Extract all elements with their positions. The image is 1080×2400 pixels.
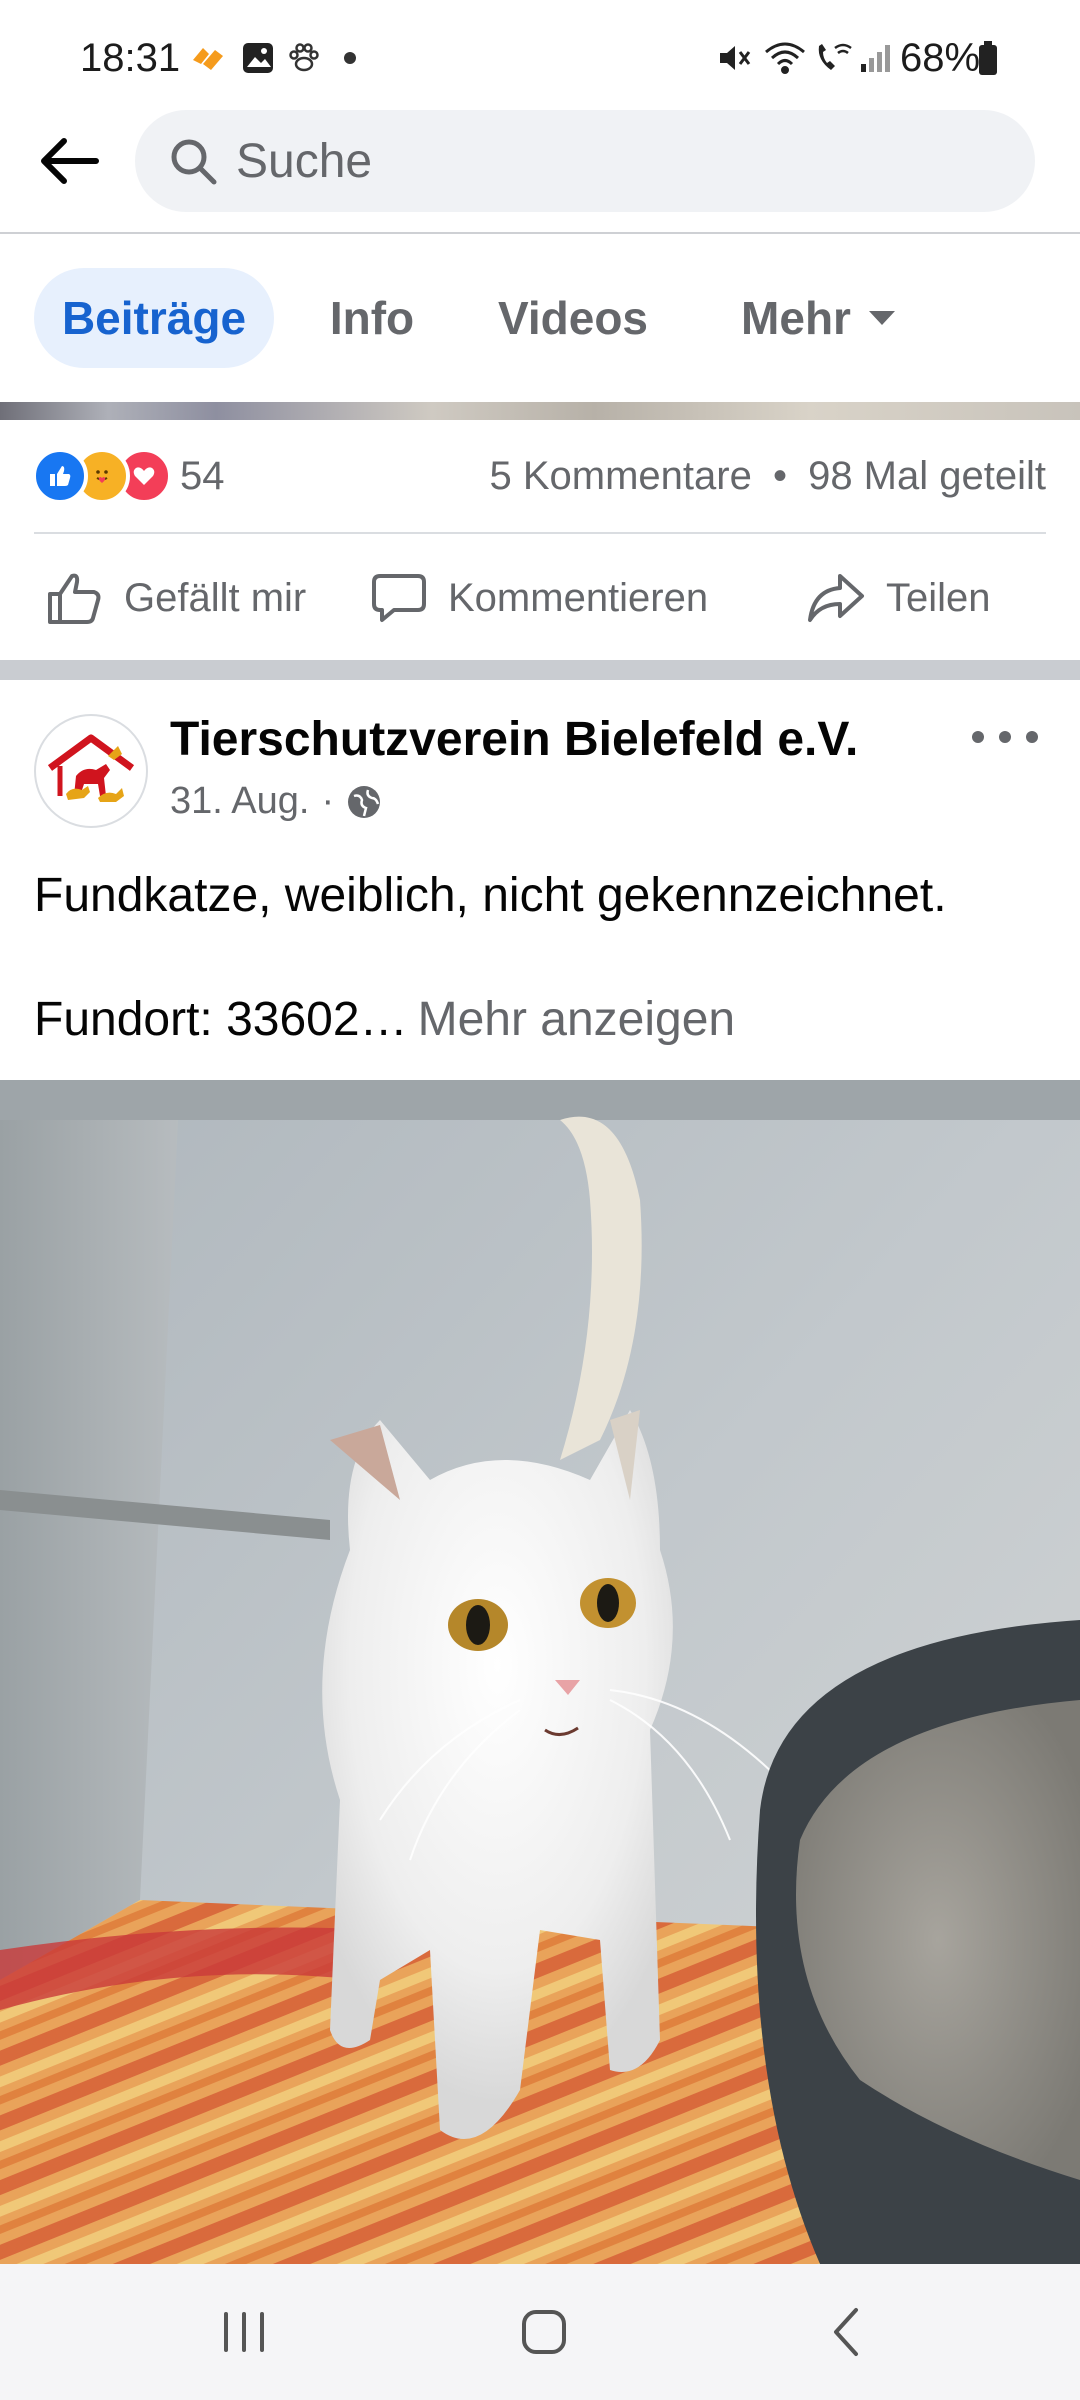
mute-icon [714,38,754,78]
post-text-line: Fundort: 33602… Mehr anzeigen [34,992,735,1047]
post-meta: 31. Aug. · [170,780,382,823]
paw-icon [284,38,324,78]
page-name[interactable]: Tierschutzverein Bielefeld e.V. [170,712,858,767]
stats-separator: • [772,454,787,498]
page-avatar[interactable] [34,714,148,828]
stats-divider [34,532,1046,534]
share-count[interactable]: 98 Mal geteilt [808,454,1046,498]
battery-percentage: 68% [900,36,981,80]
globe-icon [348,785,381,818]
share-icon [808,574,864,622]
search-input[interactable] [236,124,996,198]
app-notification-icon [188,38,228,78]
tab-label: Info [329,292,415,344]
tab-mehr[interactable]: Mehr [718,268,918,368]
tab-beitraege[interactable]: Beiträge [34,268,274,368]
battery-icon [976,38,1000,78]
post-stats: 5 Kommentare • 98 Mal geteilt [489,454,1046,499]
tab-info[interactable]: Info [310,268,434,368]
more-options-icon[interactable] [972,712,1038,762]
home-icon[interactable] [516,2304,572,2360]
comment-label: Kommentieren [448,575,709,620]
post-text-line: Fundkatze, weiblich, nicht gekennzeichne… [34,869,947,922]
post-date[interactable]: 31. Aug. [170,780,309,823]
cat-photo [0,1080,1080,2264]
tab-label: Mehr [741,292,851,344]
date-separator: · [321,780,335,822]
like-button[interactable]: Gefällt mir [46,560,306,636]
post-text-truncated: Fundort: 33602… [34,993,408,1046]
comment-button[interactable]: Kommentieren [370,560,708,636]
header-divider [0,232,1080,234]
dot-icon [340,38,360,78]
share-label: Teilen [886,575,991,620]
signal-icon [858,38,892,78]
tab-label: Beiträge [61,292,247,344]
like-reaction-icon [32,448,88,504]
comment-count[interactable]: 5 Kommentare [489,454,751,498]
like-label: Gefällt mir [124,575,307,620]
reaction-count[interactable]: 54 [180,454,225,499]
status-time: 18:31 [80,36,181,80]
post-photo[interactable] [0,1080,1080,2264]
back-arrow-icon[interactable] [34,126,104,196]
previous-post-image[interactable] [0,402,1080,420]
wifi-calling-icon [812,38,856,78]
recent-apps-icon[interactable] [216,2308,272,2356]
wifi-icon [762,38,808,78]
reactions-summary[interactable] [32,448,172,504]
feed-separator [0,660,1080,680]
system-nav-bar [0,2264,1080,2400]
caret-down-icon [868,311,895,325]
shelter-logo-icon [47,734,135,802]
back-nav-icon[interactable] [824,2304,872,2360]
see-more-link[interactable]: Mehr anzeigen [418,993,736,1046]
comment-icon [372,574,426,622]
tab-label: Videos [498,292,648,344]
gallery-icon [240,38,276,78]
search-icon [168,136,220,188]
thumbs-up-icon [48,573,101,624]
tab-videos[interactable]: Videos [478,268,668,368]
share-button[interactable]: Teilen [806,560,991,636]
